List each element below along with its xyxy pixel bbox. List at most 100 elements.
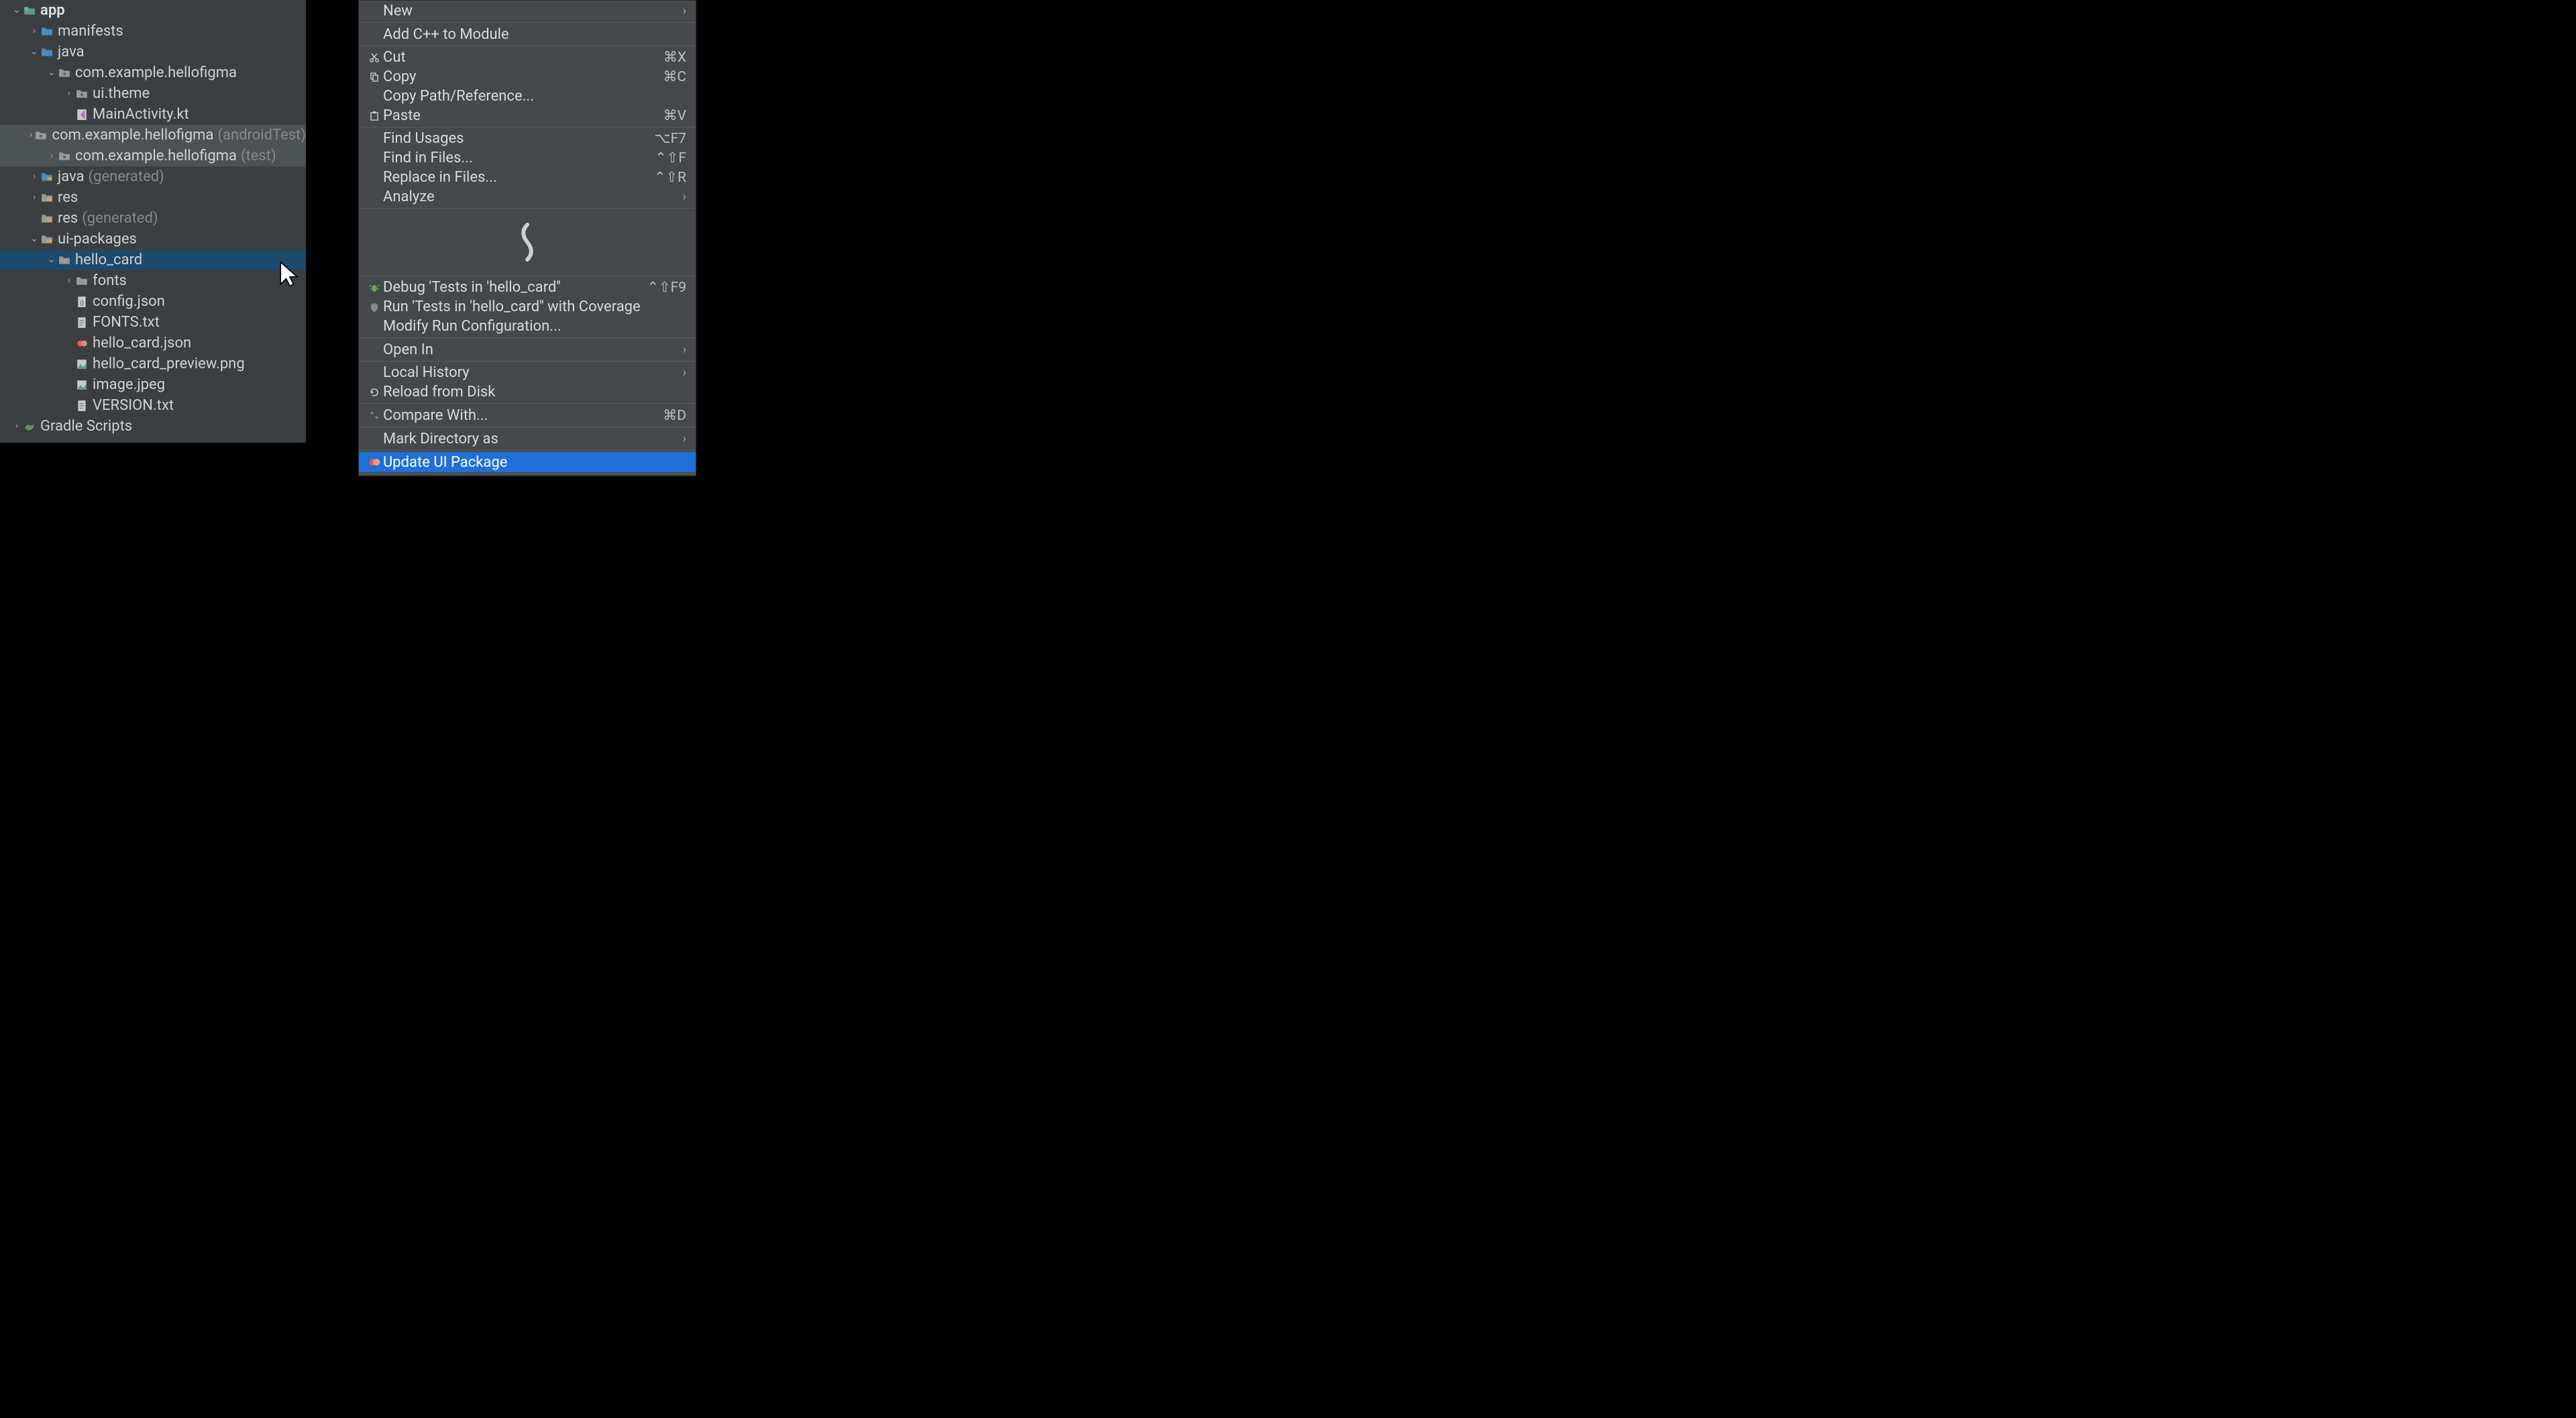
chevron-right-icon[interactable]: › [46,146,58,166]
tree-node-res-generated[interactable]: › res (generated) [0,208,306,229]
tree-label: hello_card_preview.png [93,353,245,374]
menu-item-replace-in-files[interactable]: Replace in Files... ⌃⇧R [359,168,696,187]
menu-item-local-history[interactable]: Local History › [359,363,696,382]
menu-separator [359,22,696,23]
menu-label: Find in Files... [383,150,655,166]
tree-label: res [58,187,78,208]
menu-item-add-cpp[interactable]: Add C++ to Module [359,24,696,44]
tree-label: fonts [93,270,127,291]
menu-separator [359,361,696,362]
tree-node-gradle-scripts[interactable]: › Gradle Scripts [0,416,306,437]
tree-node-java-generated[interactable]: › java (generated) [0,166,306,187]
chevron-right-icon[interactable]: › [28,21,40,42]
chevron-down-icon[interactable]: ⌄ [46,250,58,270]
tree-suffix: (test) [241,146,276,166]
folder-icon [58,254,71,267]
menu-item-update-ui-package[interactable]: Update UI Package [359,452,696,472]
tree-node-fonts-txt[interactable]: › FONTS.txt [0,312,306,333]
figma-ui-package-icon [366,456,383,468]
menu-item-analyze[interactable]: Analyze › [359,187,696,207]
menu-item-paste[interactable]: Paste ⌘V [359,106,696,125]
package-folder-icon [34,129,48,142]
coverage-icon [366,302,383,313]
chevron-down-icon[interactable]: ⌄ [11,0,23,21]
menu-shortcut: ⌘X [663,49,686,66]
tree-node-preview-png[interactable]: › hello_card_preview.png [0,353,306,374]
menu-separator [359,403,696,404]
tree-node-app[interactable]: ⌄ app [0,0,306,21]
chevron-right-icon[interactable]: › [28,166,40,187]
menu-separator [359,208,696,209]
tree-node-ui-theme[interactable]: › ui.theme [0,83,306,104]
tree-node-version-txt[interactable]: › VERSION.txt [0,395,306,416]
tree-label: image.jpeg [93,374,165,395]
menu-shortcut: ⌥F7 [654,130,686,147]
reload-icon [366,387,383,398]
context-menu: New › Add C++ to Module Cut ⌘X Copy ⌘C C… [358,0,696,476]
chevron-right-icon[interactable]: › [63,270,75,291]
menu-item-reload-disk[interactable]: Reload from Disk [359,382,696,402]
tree-label: com.example.hellofigma [52,125,213,146]
tree-label: java [58,166,85,187]
svg-text:{}: {} [80,300,84,307]
tree-node-package-main[interactable]: ⌄ com.example.hellofigma [0,62,306,83]
tree-label: hello_card.json [93,333,191,353]
chevron-down-icon[interactable]: ⌄ [28,42,40,62]
menu-item-cut[interactable]: Cut ⌘X [359,48,696,67]
menu-item-find-in-files[interactable]: Find in Files... ⌃⇧F [359,148,696,168]
menu-item-debug[interactable]: Debug 'Tests in 'hello_card'' ⌃⇧F9 [359,278,696,297]
kotlin-file-icon [75,108,89,121]
submenu-arrow-icon: › [683,190,686,204]
tree-node-java[interactable]: ⌄ java [0,42,306,62]
chevron-down-icon[interactable]: ⌄ [28,229,40,250]
tree-node-main-activity[interactable]: › MainActivity.kt [0,104,306,125]
tree-node-res[interactable]: › res [0,187,306,208]
text-file-icon [75,399,89,413]
tree-node-ui-packages[interactable]: ⌄ ui-packages [0,229,306,250]
menu-label: Update UI Package [383,454,686,471]
project-tree-panel: ⌄ app › manifests ⌄ java ⌄ com.example.h… [0,0,306,443]
menu-label: Open In [383,341,683,358]
menu-shortcut: ⌃⇧F [655,150,686,166]
tree-label: MainActivity.kt [93,104,189,125]
tree-node-package-test[interactable]: › com.example.hellofigma (test) [0,146,306,166]
tree-node-hello-card[interactable]: ⌄ hello_card [0,250,306,270]
json-file-icon: {} [75,295,89,309]
chevron-right-icon[interactable]: › [28,125,35,146]
folder-icon [40,25,54,38]
menu-label: Add C++ to Module [383,26,686,43]
chevron-right-icon[interactable]: › [63,83,75,104]
menu-shortcut: ⌘C [663,68,686,85]
menu-item-modify-run[interactable]: Modify Run Configuration... [359,317,696,336]
tree-node-package-androidtest[interactable]: › com.example.hellofigma (androidTest) [0,125,306,146]
package-folder-icon [75,87,89,101]
menu-item-compare-with[interactable]: Compare With... ⌘D [359,405,696,425]
menu-label: Cut [383,49,663,66]
menu-shortcut: ⌃⇧R [654,169,686,186]
tree-node-fonts[interactable]: › fonts [0,270,306,291]
menu-item-copy[interactable]: Copy ⌘C [359,67,696,87]
resource-folder-icon [40,191,54,205]
chevron-right-icon[interactable]: › [28,187,40,208]
menu-item-mark-directory[interactable]: Mark Directory as › [359,429,696,449]
image-file-icon [75,358,89,371]
tree-node-config-json[interactable]: › {} config.json [0,291,306,312]
tree-node-image-jpeg[interactable]: › image.jpeg [0,374,306,395]
menu-separator [359,337,696,338]
menu-item-copy-path[interactable]: Copy Path/Reference... [359,87,696,106]
menu-label: Mark Directory as [383,431,683,447]
menu-item-find-usages[interactable]: Find Usages ⌥F7 [359,129,696,148]
tree-label: app [40,0,65,21]
chevron-right-icon[interactable]: › [11,416,23,437]
tree-node-hello-card-json[interactable]: › hello_card.json [0,333,306,353]
compare-icon [366,410,383,421]
submenu-arrow-icon: › [683,343,686,357]
chevron-down-icon[interactable]: ⌄ [46,62,58,83]
menu-label: New [383,3,683,19]
tree-node-manifests[interactable]: › manifests [0,21,306,42]
menu-item-new[interactable]: New › [359,1,696,21]
menu-item-open-in[interactable]: Open In › [359,339,696,360]
debug-icon [366,282,383,293]
menu-separator [359,450,696,451]
menu-item-run-coverage[interactable]: Run 'Tests in 'hello_card'' with Coverag… [359,297,696,317]
